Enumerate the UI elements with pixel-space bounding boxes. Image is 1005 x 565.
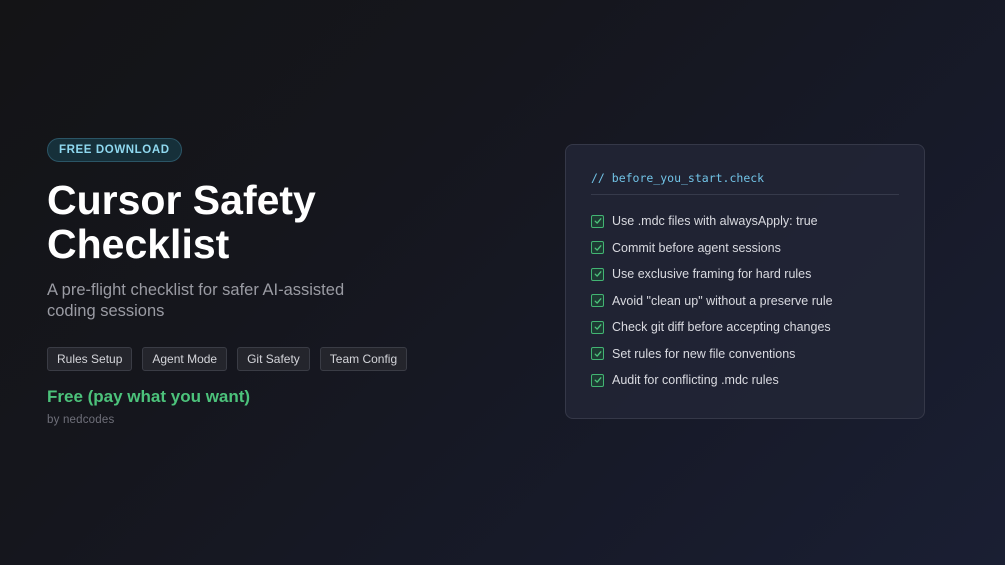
checklist-item-label: Set rules for new file conventions <box>612 346 796 361</box>
tag-list: Rules Setup Agent Mode Git Safety Team C… <box>47 347 408 371</box>
checklist-item: Use exclusive framing for hard rules <box>591 261 899 288</box>
tag-rules-setup[interactable]: Rules Setup <box>47 347 133 371</box>
tag-team-config[interactable]: Team Config <box>319 347 408 371</box>
checklist-item: Audit for conflicting .mdc rules <box>591 367 899 394</box>
check-icon <box>591 347 604 361</box>
checklist: Use .mdc files with alwaysApply: true Co… <box>591 208 899 394</box>
check-icon <box>591 267 604 281</box>
checklist-item: Use .mdc files with alwaysApply: true <box>591 208 899 235</box>
divider <box>591 194 899 195</box>
tag-agent-mode[interactable]: Agent Mode <box>142 347 228 371</box>
page: { "hero": { "badge": "FREE DOWNLOAD", "t… <box>0 0 1005 565</box>
price-label: Free (pay what you want) <box>47 387 251 406</box>
checklist-item: Avoid "clean up" without a preserve rule <box>591 288 899 315</box>
checklist-item: Set rules for new file conventions <box>591 341 899 368</box>
check-icon <box>591 241 604 255</box>
checklist-item-label: Use .mdc files with alwaysApply: true <box>612 214 818 229</box>
free-download-badge: FREE DOWNLOAD <box>47 138 182 162</box>
checklist-item: Commit before agent sessions <box>591 235 899 262</box>
check-icon <box>591 373 604 387</box>
checklist-card: // before_you_start.check Use .mdc files… <box>565 144 925 419</box>
page-title: Cursor Safety Checklist <box>47 177 316 267</box>
page-subtitle: A pre-flight checklist for safer AI-assi… <box>47 281 345 320</box>
checklist-item-label: Check git diff before accepting changes <box>612 320 831 335</box>
author-label: by nedcodes <box>47 414 115 426</box>
checklist-item-label: Commit before agent sessions <box>612 240 781 255</box>
check-icon <box>591 320 604 334</box>
check-icon <box>591 294 604 308</box>
checklist-item-label: Avoid "clean up" without a preserve rule <box>612 293 833 308</box>
code-comment: // before_you_start.check <box>591 171 765 185</box>
checklist-item-label: Audit for conflicting .mdc rules <box>612 373 779 388</box>
check-icon <box>591 214 604 228</box>
checklist-item: Check git diff before accepting changes <box>591 314 899 341</box>
checklist-item-label: Use exclusive framing for hard rules <box>612 267 812 282</box>
tag-git-safety[interactable]: Git Safety <box>237 347 310 371</box>
